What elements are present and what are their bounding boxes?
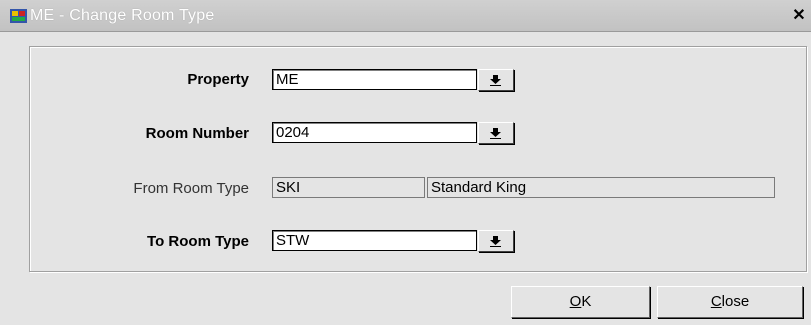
ok-mnemonic: O (569, 293, 582, 310)
to-room-type-label: To Room Type (147, 233, 249, 250)
close-label-rest: lose (721, 293, 750, 310)
property-field[interactable]: ME (272, 69, 477, 90)
from-room-type-code: SKI (272, 177, 425, 198)
property-label: Property (187, 71, 249, 88)
close-icon[interactable]: ✕ (791, 7, 807, 25)
to-room-type-dropdown-button[interactable] (478, 230, 514, 252)
room-number-field[interactable]: 0204 (272, 122, 477, 143)
close-button[interactable]: Close (657, 286, 803, 318)
ok-label-rest: K (581, 293, 592, 310)
dropdown-arrow-icon (490, 236, 501, 247)
room-number-dropdown-button[interactable] (478, 122, 514, 144)
app-icon (10, 8, 28, 24)
dropdown-arrow-icon (490, 75, 501, 86)
room-number-label: Room Number (145, 125, 249, 142)
title-bar: ME - Change Room Type ✕ (0, 0, 811, 32)
to-room-type-field[interactable]: STW (272, 230, 477, 251)
window-title: ME - Change Room Type (30, 7, 215, 24)
from-room-type-label: From Room Type (133, 180, 249, 197)
property-dropdown-button[interactable] (478, 69, 514, 91)
ok-button[interactable]: OK (511, 286, 650, 318)
from-room-type-description: Standard King (427, 177, 775, 198)
dropdown-arrow-icon (490, 128, 501, 139)
close-mnemonic: C (710, 293, 722, 310)
